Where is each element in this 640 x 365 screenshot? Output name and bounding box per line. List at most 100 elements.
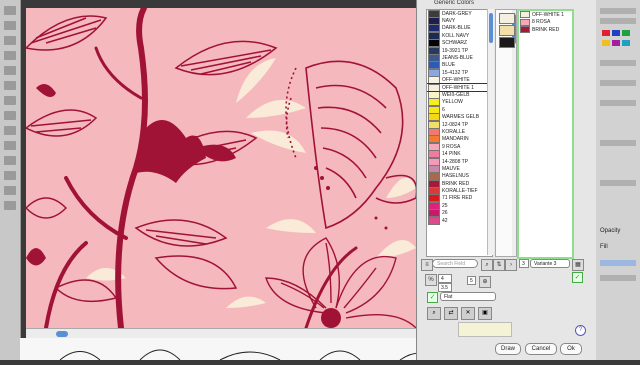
selected-color-swatch[interactable]: [499, 13, 515, 24]
count-field[interactable]: 4: [438, 274, 452, 283]
color-name: DARK-BLUE: [442, 25, 471, 32]
color-name: DARK-GREY: [442, 10, 472, 17]
help-icon[interactable]: ?: [575, 325, 586, 336]
percent-field[interactable]: 3.5: [438, 283, 452, 292]
wand-tool-icon[interactable]: [4, 51, 16, 60]
color-list-scrollbar[interactable]: [487, 9, 494, 255]
ok-button[interactable]: Ok: [560, 343, 582, 355]
color-swatch[interactable]: [622, 40, 630, 46]
color-name: 42: [442, 217, 448, 224]
draw-button[interactable]: Draw: [495, 343, 521, 355]
marquee-tool-icon[interactable]: [4, 21, 16, 30]
panel-row[interactable]: [600, 275, 636, 281]
color-name: 26: [442, 210, 448, 217]
count-left-field[interactable]: 5: [467, 276, 476, 285]
color-name: 14-2808 TP: [442, 158, 469, 165]
arrow-right-icon[interactable]: ›: [505, 259, 517, 271]
brush-tool-icon[interactable]: [4, 96, 16, 105]
panel-row[interactable]: [600, 80, 636, 86]
color-name: BLUE: [442, 62, 456, 69]
magnify-icon[interactable]: ⌕: [427, 307, 441, 320]
panel-row[interactable]: [600, 18, 636, 24]
percent-icon[interactable]: %: [425, 274, 437, 286]
scrollbar-thumb[interactable]: [56, 331, 68, 337]
used-colors-list[interactable]: OFF-WHITE 18 ROSA BRINK RED: [517, 9, 574, 259]
gradient-tool-icon[interactable]: [4, 141, 16, 150]
color-name: KORALLE: [442, 128, 466, 135]
eyedropper-tool-icon[interactable]: [4, 81, 16, 90]
color-name: 19-3921 TP: [442, 47, 469, 54]
dialog-tool-icons: ⌕ ⇄ ✕ ▣: [427, 307, 492, 320]
color-name: MAUVE: [442, 165, 460, 172]
picker-icon[interactable]: ⊕: [479, 276, 491, 288]
crop-tool-icon[interactable]: [4, 66, 16, 75]
color-name: KORALLE-TIEF: [442, 188, 478, 195]
variant-select[interactable]: Variante 3: [530, 259, 570, 268]
floral-pattern: [26, 8, 416, 328]
panel-row[interactable]: [600, 140, 636, 146]
color-list[interactable]: DARK-GREY NAVY DARK-BLUE KOLL NAVY SCHWARZ 19…: [426, 9, 493, 257]
color-name: 14 PINK: [442, 151, 461, 158]
text-tool-icon[interactable]: [4, 156, 16, 165]
color-swatch[interactable]: [602, 30, 610, 36]
opacity-label: Opacity: [600, 228, 621, 234]
search-field[interactable]: Search Field: [432, 259, 478, 268]
used-color-item[interactable]: 8 ROSA: [519, 18, 572, 27]
color-swatch[interactable]: [612, 40, 620, 46]
color-swatch: [428, 216, 440, 225]
swap-icon[interactable]: ⇄: [444, 307, 458, 320]
color-list-item[interactable]: 42: [427, 216, 492, 225]
color-name: 9 ROSA: [442, 143, 461, 150]
pen-tool-icon[interactable]: [4, 171, 16, 180]
color-name: OFF-WHITE: [442, 77, 470, 84]
selected-color-swatch[interactable]: [499, 25, 515, 36]
color-swatch[interactable]: [602, 40, 610, 46]
color-swatch: [520, 18, 530, 26]
color-name: JEANS-BLUE: [442, 55, 473, 62]
used-color-item[interactable]: OFF-WHITE 1: [519, 11, 572, 19]
color-name: 6: [442, 106, 445, 113]
enable-checkbox[interactable]: ✓: [572, 272, 583, 283]
color-name: YELLOW: [442, 99, 463, 106]
stamp-tool-icon[interactable]: [4, 111, 16, 120]
zoom-tool-icon[interactable]: [4, 201, 16, 210]
search-icon[interactable]: ⌕: [481, 259, 493, 271]
color-name: BRINK RED: [532, 26, 560, 33]
hand-tool-icon[interactable]: [4, 186, 16, 195]
mode-select[interactable]: Flat: [440, 292, 496, 301]
panel-row[interactable]: [600, 60, 636, 66]
panel-row[interactable]: [600, 8, 636, 14]
remove-icon[interactable]: ✕: [461, 307, 475, 320]
scrollbar-thumb[interactable]: [489, 13, 493, 43]
preview-icon[interactable]: ▣: [478, 307, 492, 320]
color-name: OFF-WHITE 1: [442, 84, 474, 91]
color-name: KOLL NAVY: [442, 32, 470, 39]
count-right-field[interactable]: 3: [519, 259, 529, 268]
selected-swatches[interactable]: [495, 9, 517, 257]
cancel-button[interactable]: Cancel: [525, 343, 557, 355]
color-name: OFF-WHITE 1: [532, 11, 564, 18]
list-view-icon[interactable]: ≡: [421, 259, 433, 271]
sort-icon[interactable]: ⇅: [493, 259, 505, 271]
mode-checkbox[interactable]: ✓: [427, 292, 438, 303]
eraser-tool-icon[interactable]: [4, 126, 16, 135]
artwork-canvas[interactable]: [26, 8, 416, 328]
move-tool-icon[interactable]: [4, 6, 16, 15]
palette-icon[interactable]: ▦: [572, 259, 584, 271]
panel-row[interactable]: [600, 100, 636, 106]
color-name: NAVY: [442, 18, 456, 25]
active-layer-row[interactable]: [600, 260, 636, 266]
color-swatch[interactable]: [612, 30, 620, 36]
color-name: WEIß-GELB: [442, 91, 470, 98]
lasso-tool-icon[interactable]: [4, 36, 16, 45]
panel-row[interactable]: [600, 180, 636, 186]
notes-field[interactable]: [458, 322, 512, 337]
selected-color-swatch[interactable]: [499, 37, 515, 48]
used-color-item[interactable]: BRINK RED: [519, 26, 572, 34]
color-swatch[interactable]: [622, 30, 630, 36]
fill-label: Fill: [600, 244, 608, 250]
color-name: HASELNUS: [442, 173, 469, 180]
color-name: MANDARIN: [442, 136, 469, 143]
color-name: 71 FIRE RED: [442, 195, 473, 202]
color-name: 25: [442, 202, 448, 209]
